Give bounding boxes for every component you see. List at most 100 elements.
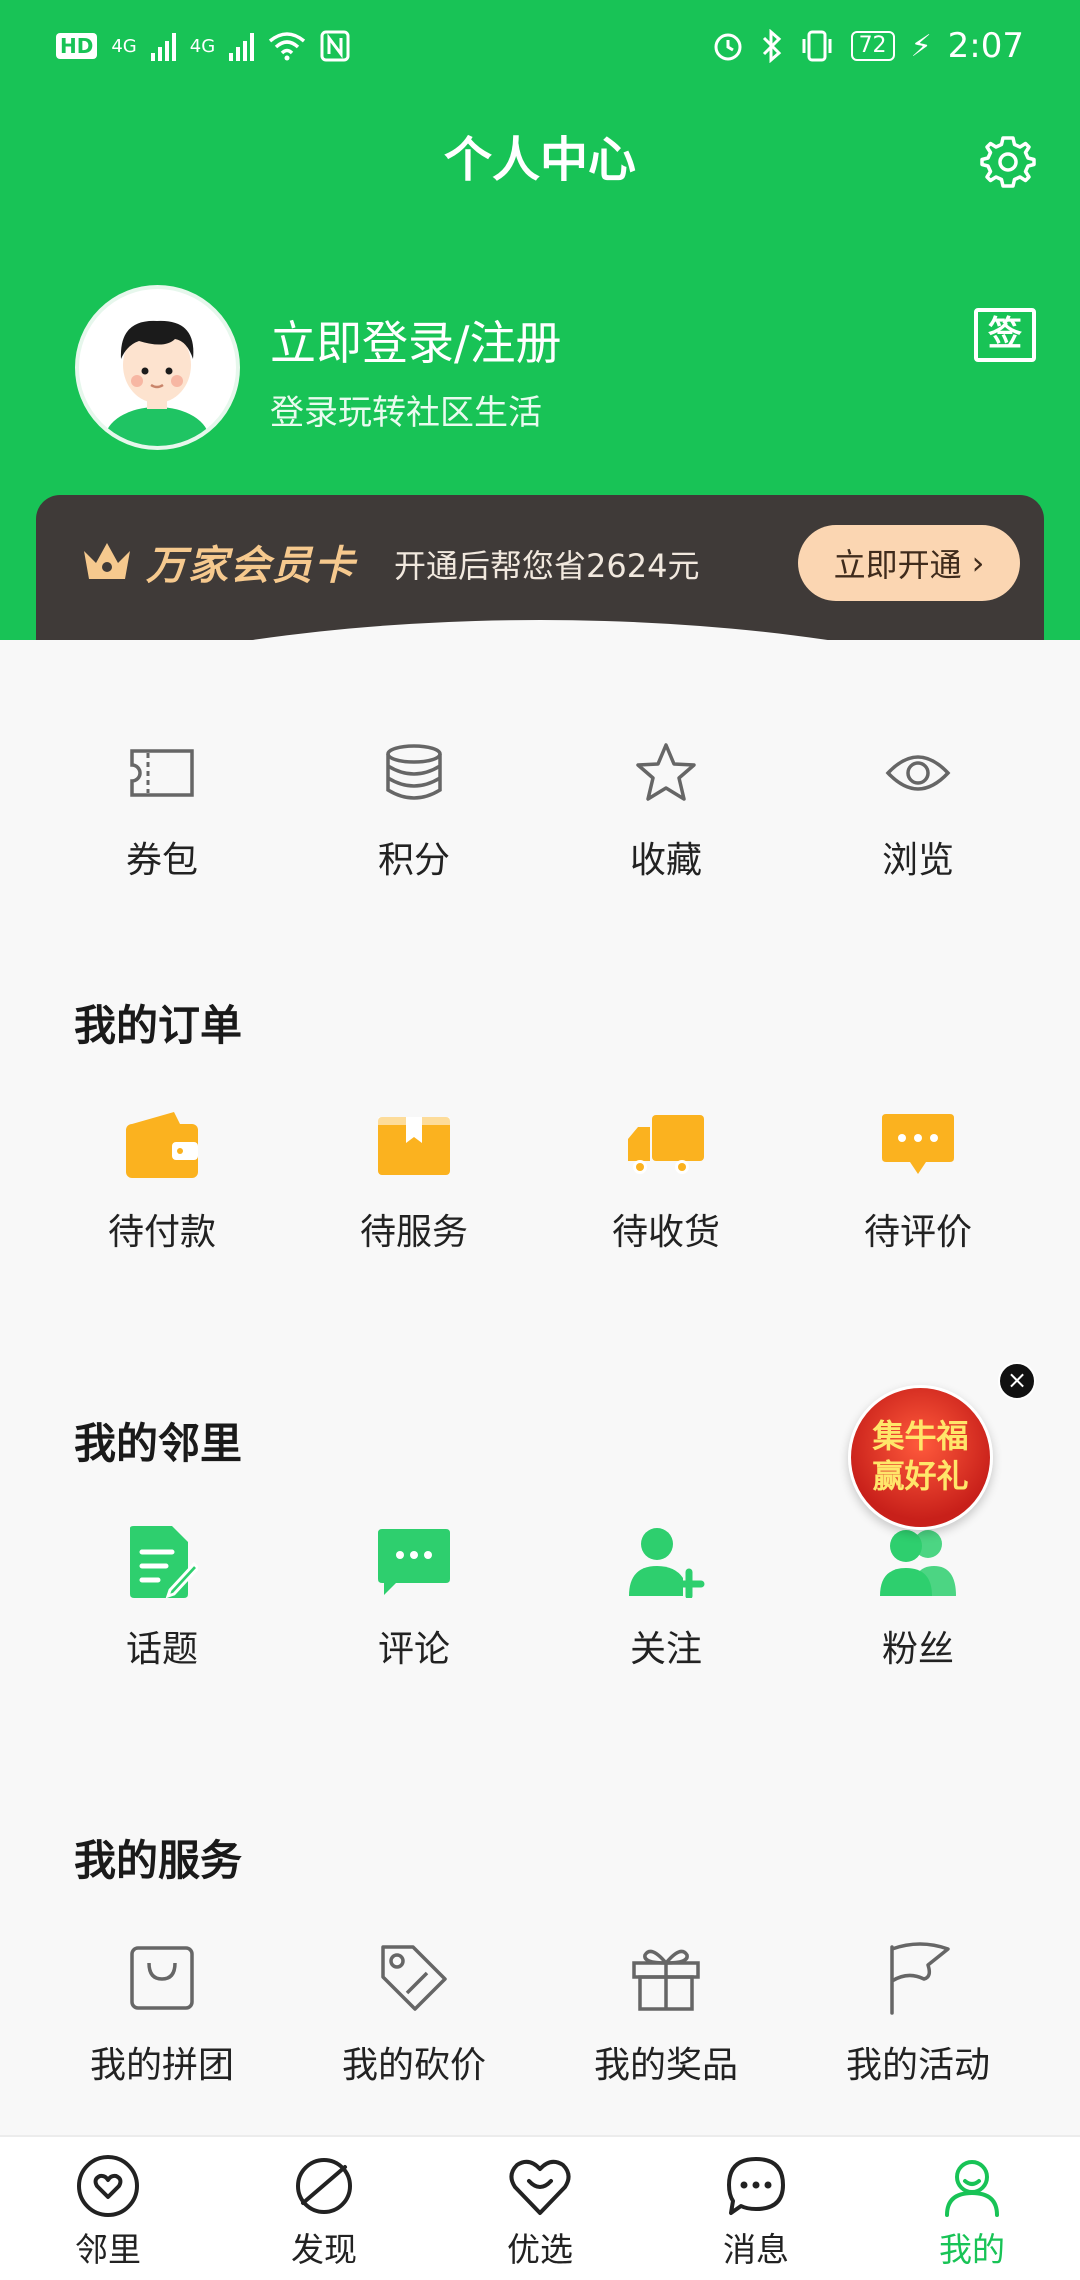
fans-label: 粉丝 <box>881 1629 954 1670</box>
neighbor-heart-icon <box>77 2155 139 2217</box>
pending-delivery-label: 待收货 <box>611 1212 720 1253</box>
avatar-illustration <box>105 320 209 446</box>
chevron-right-icon: › <box>971 544 985 582</box>
coins-icon <box>386 744 442 800</box>
tab-selected[interactable]: 优选 <box>432 2137 648 2280</box>
tab-discover[interactable]: 发现 <box>216 2137 432 2280</box>
wallet-icon <box>126 1112 198 1178</box>
services-grid: 我的拼团 我的砍价 我的奖品 我的活动 <box>36 1938 1044 2088</box>
tab-messages[interactable]: 消息 <box>648 2137 864 2280</box>
bargain-button[interactable]: 我的砍价 <box>288 1938 540 2088</box>
activities-label: 我的活动 <box>845 2045 990 2086</box>
bargain-label: 我的砍价 <box>341 2045 486 2086</box>
topics-label: 话题 <box>125 1629 198 1670</box>
activities-button[interactable]: 我的活动 <box>792 1938 1044 2088</box>
tab-neighbors-label: 邻里 <box>75 2230 141 2269</box>
coupon-button[interactable]: 券包 <box>36 733 288 883</box>
coupon-label: 券包 <box>125 840 198 881</box>
tab-mine[interactable]: 我的 <box>864 2137 1080 2280</box>
member-card-name: 万家会员卡 <box>146 543 356 589</box>
login-register-link[interactable]: 立即登录/注册 <box>270 307 562 373</box>
smile-heart-icon <box>509 2159 571 2215</box>
close-icon[interactable]: × <box>998 1362 1036 1400</box>
open-membership-label: 立即开通 <box>833 546 962 584</box>
tab-mine-label: 我的 <box>939 2230 1005 2269</box>
signal-icon <box>150 31 176 61</box>
points-button[interactable]: 积分 <box>288 733 540 883</box>
hd-badge: HD <box>56 33 98 59</box>
sign-in-button[interactable]: 签 <box>974 308 1036 362</box>
prizes-button[interactable]: 我的奖品 <box>540 1938 792 2088</box>
flag-icon <box>890 1942 950 2015</box>
tab-selected-label: 优选 <box>507 2230 573 2269</box>
vibrate-icon <box>802 30 832 62</box>
pending-review-label: 待评价 <box>863 1212 972 1253</box>
gear-icon[interactable] <box>978 132 1038 192</box>
pending-delivery-button[interactable]: 待收货 <box>540 1105 792 1255</box>
gift-icon <box>632 1949 700 2011</box>
star-icon <box>636 743 696 801</box>
history-button[interactable]: 浏览 <box>792 733 1044 883</box>
login-subtitle: 登录玩转社区生活 <box>270 393 542 433</box>
topics-button[interactable]: 话题 <box>36 1522 288 1672</box>
bottom-tab-bar: 邻里 发现 优选 消息 我的 <box>0 2135 1080 2280</box>
favorites-label: 收藏 <box>629 840 702 881</box>
orders-grid: 待付款 待服务 待收货 待评价 <box>36 1105 1044 1255</box>
fans-button[interactable]: 粉丝 <box>792 1522 1044 1672</box>
comments-label: 评论 <box>377 1629 450 1670</box>
promo-line-1: 集牛福 <box>872 1417 969 1455</box>
quick-actions: 券包 积分 收藏 浏览 <box>36 733 1044 883</box>
tab-neighbors[interactable]: 邻里 <box>0 2137 216 2280</box>
promo-badge[interactable]: 集牛福 赢好礼 <box>848 1385 993 1530</box>
crown-icon <box>84 543 130 579</box>
signal-icon-2 <box>229 31 255 61</box>
history-label: 浏览 <box>881 840 954 881</box>
pending-service-label: 待服务 <box>359 1212 468 1253</box>
user-icon <box>945 2160 999 2217</box>
status-bar: HD 4G 4G 72 ⚡ 2:07 <box>0 0 1080 92</box>
bluetooth-icon <box>762 29 781 63</box>
group-buy-button[interactable]: 我的拼团 <box>36 1938 288 2088</box>
nfc-icon <box>320 30 350 62</box>
clock: 2:07 <box>947 26 1024 66</box>
coupon-icon <box>130 749 194 797</box>
wifi-icon <box>269 32 306 61</box>
following-label: 关注 <box>629 1629 702 1670</box>
promo-line-2: 赢好礼 <box>872 1457 969 1495</box>
following-button[interactable]: 关注 <box>540 1522 792 1672</box>
neighbors-section-title: 我的邻里 <box>74 1419 243 1468</box>
comment-icon <box>882 1114 954 1174</box>
discount-tag-icon <box>381 1945 447 2011</box>
pending-review-button[interactable]: 待评价 <box>792 1105 1044 1255</box>
bag-icon <box>130 1946 194 2010</box>
profile-header: HD 4G 4G 72 ⚡ 2:07 个人中心 立即登录/注册 登录玩转社区生活… <box>0 0 1080 640</box>
truck-icon <box>628 1115 704 1174</box>
avatar[interactable] <box>75 285 240 450</box>
member-card-desc: 开通后帮您省2624元 <box>394 547 700 585</box>
page-title: 个人中心 <box>443 132 636 188</box>
comments-button[interactable]: 评论 <box>288 1522 540 1672</box>
box-icon <box>378 1117 450 1175</box>
alarm-icon <box>714 33 742 61</box>
message-icon <box>727 2157 785 2215</box>
tab-discover-label: 发现 <box>291 2230 357 2269</box>
add-user-icon <box>629 1528 705 1598</box>
pending-payment-label: 待付款 <box>107 1212 216 1253</box>
network-4g-2: 4G <box>189 35 216 57</box>
open-membership-button[interactable]: 立即开通 › <box>798 525 1020 601</box>
prizes-label: 我的奖品 <box>593 2045 738 2086</box>
neighbors-grid: 话题 评论 关注 粉丝 <box>36 1522 1044 1672</box>
points-label: 积分 <box>377 840 450 881</box>
favorites-button[interactable]: 收藏 <box>540 733 792 883</box>
network-4g-1: 4G <box>111 35 137 57</box>
chat-icon <box>378 1529 450 1595</box>
planet-icon <box>296 2158 352 2214</box>
edit-doc-icon <box>130 1526 198 1599</box>
eye-icon <box>885 755 951 791</box>
pending-payment-button[interactable]: 待付款 <box>36 1105 288 1255</box>
member-card-banner[interactable]: 万家会员卡 开通后帮您省2624元 立即开通 › <box>36 495 1044 640</box>
orders-section-title: 我的订单 <box>74 1001 243 1050</box>
battery-indicator: 72 <box>850 31 895 61</box>
fans-icon <box>880 1530 956 1596</box>
pending-service-button[interactable]: 待服务 <box>288 1105 540 1255</box>
